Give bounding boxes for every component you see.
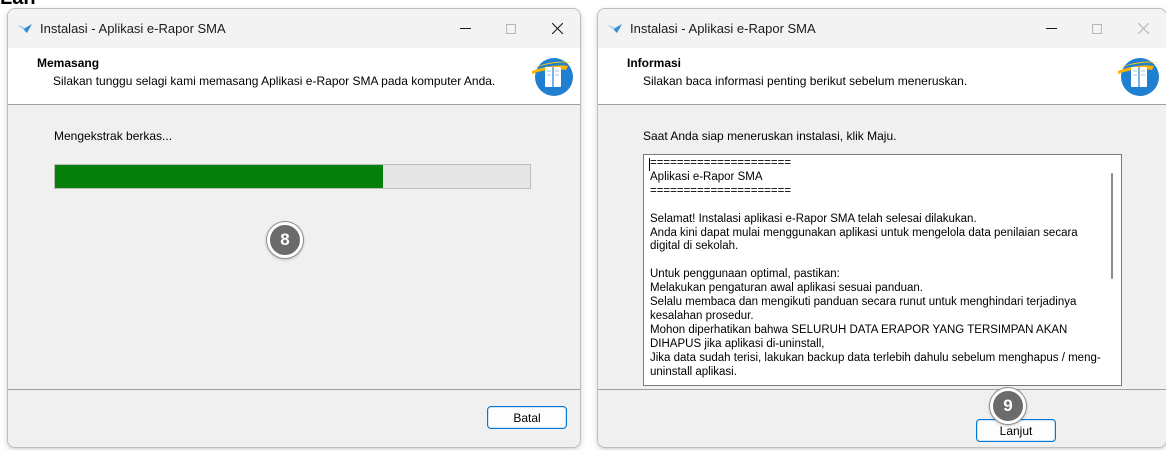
title-bar[interactable]: Instalasi - Aplikasi e-Rapor SMA — [8, 9, 580, 48]
book-logo-icon — [532, 58, 573, 96]
instruction-text: Saat Anda siap meneruskan instalasi, kli… — [643, 129, 897, 143]
installer-window-installing: Instalasi - Aplikasi e-Rapor SMA Memasan… — [7, 8, 581, 448]
minimize-button[interactable] — [1028, 9, 1074, 48]
installer-window-information: Instalasi - Aplikasi e-Rapor SMA Informa… — [597, 8, 1166, 448]
info-memo-text: ===================== Aplikasi e-Rapor S… — [650, 157, 1101, 378]
wizard-header: Informasi Silakan baca informasi penting… — [598, 48, 1166, 105]
app-icon — [608, 23, 622, 33]
title-bar[interactable]: Instalasi - Aplikasi e-Rapor SMA — [598, 9, 1166, 48]
close-icon — [1137, 23, 1149, 34]
window-title: Instalasi - Aplikasi e-Rapor SMA — [630, 21, 816, 36]
progress-bar — [54, 164, 531, 189]
step-badge: 8 — [267, 222, 303, 258]
maximize-button[interactable] — [488, 9, 534, 48]
maximize-icon — [506, 23, 516, 34]
minimize-icon — [459, 28, 471, 29]
status-text: Mengekstrak berkas... — [54, 129, 173, 143]
wizard-content: Saat Anda siap meneruskan instalasi, kli… — [598, 105, 1166, 387]
step-badge: 9 — [990, 388, 1026, 424]
maximize-button[interactable] — [1074, 9, 1120, 48]
page-title: Memasang — [37, 56, 100, 70]
minimize-icon — [1045, 28, 1057, 29]
scrollbar-thumb[interactable] — [1111, 173, 1113, 279]
maximize-icon — [1092, 23, 1102, 34]
wizard-content: Mengekstrak berkas... 8 — [8, 105, 580, 387]
close-button[interactable] — [534, 9, 580, 48]
close-button[interactable] — [1120, 9, 1166, 48]
window-title: Instalasi - Aplikasi e-Rapor SMA — [40, 21, 226, 36]
info-memo[interactable]: ===================== Aplikasi e-Rapor S… — [643, 154, 1122, 386]
app-icon — [18, 23, 32, 33]
page-subtitle: Silakan tunggu selagi kami memasang Apli… — [53, 74, 496, 88]
close-icon — [551, 23, 563, 34]
wizard-footer: Lanjut — [598, 389, 1166, 447]
page-title: Informasi — [627, 56, 682, 70]
minimize-button[interactable] — [442, 9, 488, 48]
wizard-footer: Batal — [8, 389, 580, 447]
progress-fill — [55, 165, 383, 188]
wizard-header: Memasang Silakan tunggu selagi kami mema… — [8, 48, 580, 105]
cancel-button[interactable]: Batal — [487, 406, 567, 429]
cropped-top-text: Lan — [0, 0, 60, 8]
page-subtitle: Silakan baca informasi penting berikut s… — [643, 74, 968, 88]
next-button[interactable]: Lanjut — [976, 419, 1056, 442]
book-logo-icon — [1118, 58, 1159, 96]
